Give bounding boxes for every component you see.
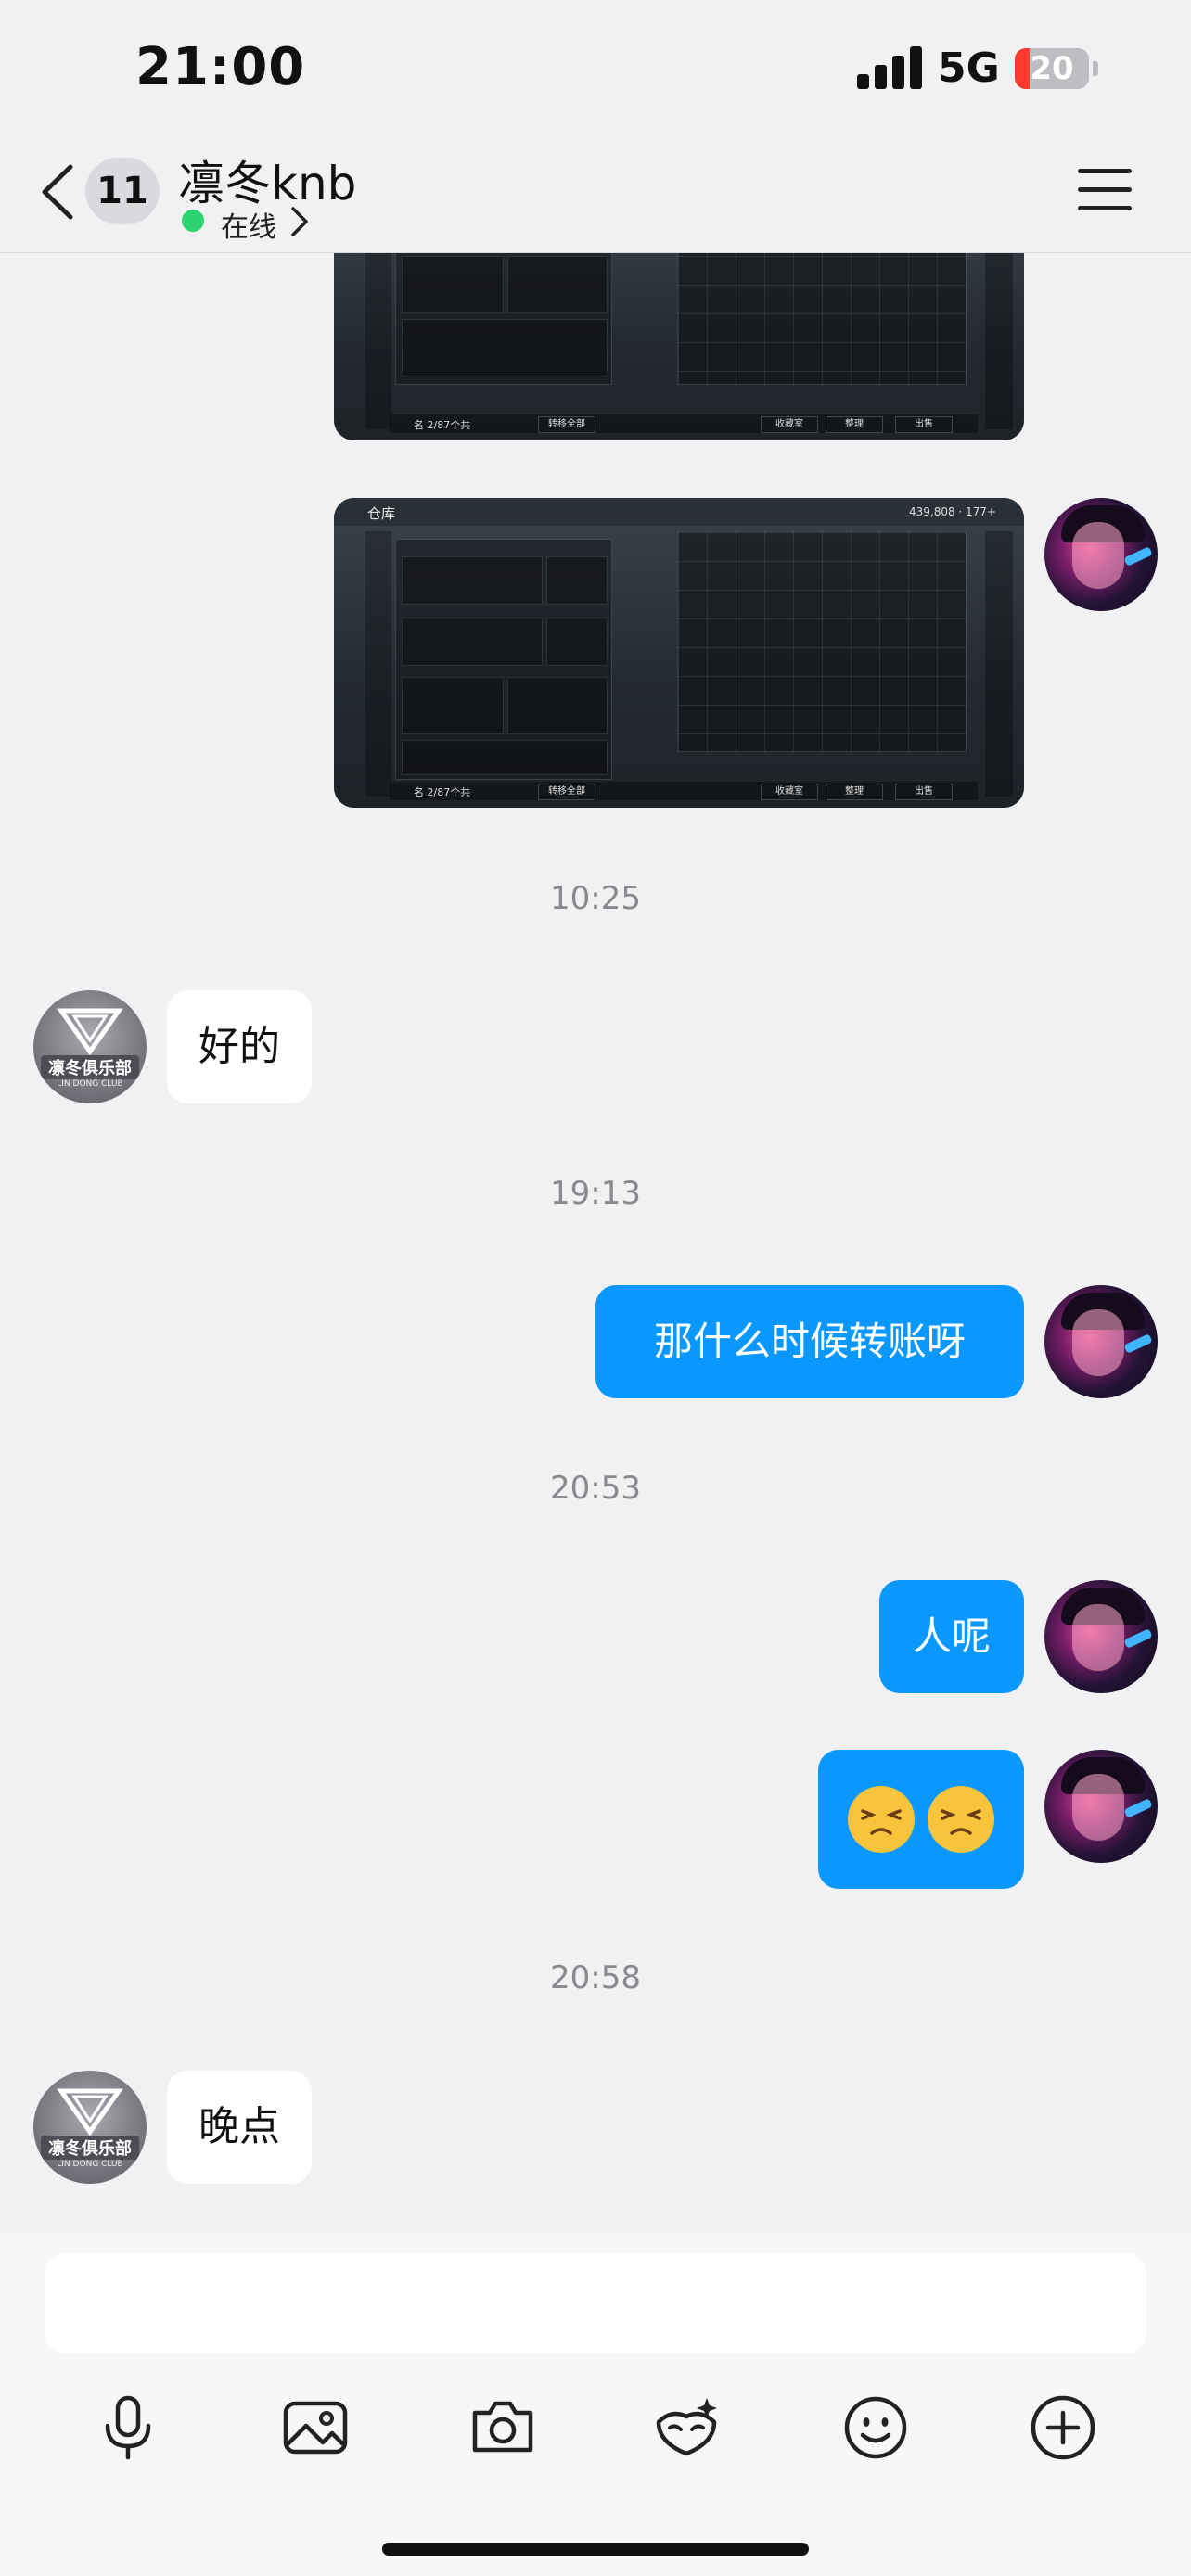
plus-icon[interactable] (1026, 2391, 1100, 2465)
timestamp: 20:53 (550, 1470, 641, 1507)
contact-avatar[interactable]: 凛冬俱乐部 LIN DONG CLUB (33, 2071, 147, 2184)
image-message[interactable]: 仓库 439,808 · 177+ 名 2/87个共 转移全部 收藏室 整理 出… (334, 498, 1024, 808)
self-avatar[interactable] (1044, 498, 1158, 611)
battery-icon: 20 (1015, 48, 1089, 89)
sticker-icon[interactable] (649, 2391, 724, 2465)
image-icon[interactable] (278, 2391, 352, 2465)
image-button: 收藏室 (761, 416, 818, 433)
image-button: 整理 (826, 416, 883, 433)
image-coins: 439,808 · 177+ (908, 505, 996, 518)
emoji-message-bubble[interactable] (818, 1750, 1024, 1889)
self-avatar[interactable] (1044, 1750, 1158, 1863)
chevron-left-icon[interactable] (37, 161, 78, 223)
image-button: 转移全部 (538, 784, 596, 800)
microphone-icon[interactable] (91, 2391, 165, 2465)
cellular-signal-icon (857, 46, 922, 89)
status-time: 21:00 (135, 37, 306, 97)
message-bubble-incoming[interactable]: 好的 (167, 990, 312, 1103)
message-bubble-outgoing[interactable]: 那什么时候转账呀 (596, 1285, 1024, 1398)
chevron-right-icon[interactable] (289, 206, 310, 237)
club-name: 凛冬俱乐部 (41, 2136, 139, 2160)
image-button: 转移全部 (538, 416, 596, 433)
message-bubble-outgoing[interactable]: 人呢 (879, 1580, 1024, 1693)
image-title: 仓库 (367, 505, 396, 522)
club-name-en: LIN DONG CLUB (57, 2160, 123, 2169)
timestamp: 20:58 (550, 1959, 641, 1996)
contact-avatar[interactable]: 凛冬俱乐部 LIN DONG CLUB (33, 990, 147, 1103)
image-button: 收藏室 (761, 784, 818, 800)
persevering-face-emoji-icon (848, 1786, 994, 1853)
message-composer (0, 2233, 1191, 2576)
image-message[interactable]: 名 2/87个共 转移全部 收藏室 整理 出售 (334, 253, 1024, 440)
battery-tip (1093, 61, 1098, 76)
camera-icon[interactable] (466, 2391, 540, 2465)
battery-percent: 20 (1030, 50, 1074, 87)
network-type: 5G (938, 45, 1000, 92)
message-bubble-incoming[interactable]: 晚点 (167, 2071, 312, 2184)
message-list[interactable]: 名 2/87个共 转移全部 收藏室 整理 出售 仓库 439,808 · 177… (0, 253, 1191, 2233)
message-input[interactable] (45, 2253, 1146, 2353)
image-button: 出售 (895, 784, 953, 800)
unread-count-badge[interactable]: 11 (85, 158, 160, 224)
emoji-icon[interactable] (839, 2391, 913, 2465)
timestamp: 10:25 (550, 880, 641, 917)
self-avatar[interactable] (1044, 1285, 1158, 1398)
hamburger-menu-icon[interactable] (1078, 167, 1132, 211)
chat-header: 11 凛冬knb 在线 (0, 139, 1191, 253)
online-status-dot (182, 210, 204, 232)
image-item-count: 名 2/87个共 (414, 419, 471, 431)
image-button: 出售 (895, 416, 953, 433)
timestamp: 19:13 (550, 1175, 641, 1212)
online-status-text[interactable]: 在线 (221, 204, 276, 245)
image-item-count: 名 2/87个共 (414, 786, 471, 798)
status-bar: 21:00 5G 20 (0, 0, 1191, 139)
home-indicator[interactable] (382, 2543, 809, 2556)
image-button: 整理 (826, 784, 883, 800)
self-avatar[interactable] (1044, 1580, 1158, 1693)
club-name-en: LIN DONG CLUB (57, 1079, 123, 1089)
club-name: 凛冬俱乐部 (41, 1055, 139, 1079)
